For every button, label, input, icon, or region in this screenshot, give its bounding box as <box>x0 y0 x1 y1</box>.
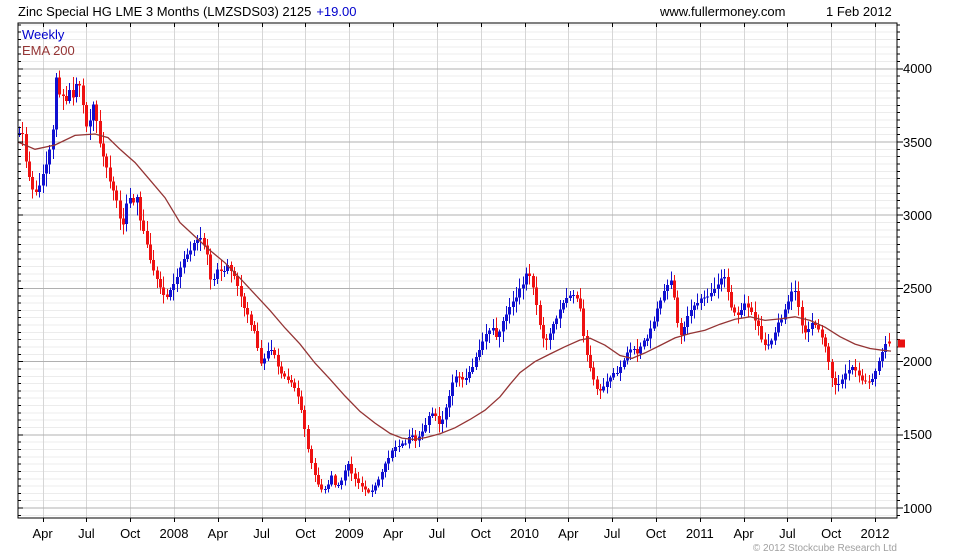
y-axis-label: 3000 <box>903 207 932 223</box>
x-axis-label: 2009 <box>334 526 364 541</box>
price-chart-svg <box>17 22 905 522</box>
x-axis-label: Oct <box>470 526 491 541</box>
x-axis-label: Jul <box>603 526 621 541</box>
timeframe-label: Weekly <box>22 27 65 42</box>
y-axis-label: 1000 <box>903 500 932 516</box>
x-axis-label: 2011 <box>685 526 714 541</box>
x-axis-label: 2012 <box>860 526 890 541</box>
ema-legend-label: EMA 200 <box>22 43 75 58</box>
x-axis-label: Jul <box>428 526 446 541</box>
x-axis-label: Oct <box>120 526 141 541</box>
y-axis-label: 2000 <box>903 354 932 370</box>
x-axis-label: Apr <box>558 526 579 541</box>
x-axis-label: 2010 <box>510 526 539 541</box>
x-axis-label: Jul <box>779 526 796 541</box>
y-axis-label: 1500 <box>903 427 932 443</box>
y-axis-label: 4000 <box>903 61 932 77</box>
x-axis-label: Oct <box>295 526 316 541</box>
x-axis-label: Oct <box>645 526 666 541</box>
x-axis-label: Apr <box>32 526 53 541</box>
copyright-label: © 2012 Stockcube Research Ltd <box>752 543 897 554</box>
x-axis-label: Apr <box>382 526 404 541</box>
x-axis-label: Apr <box>207 526 228 541</box>
x-axis-label: Oct <box>821 526 842 541</box>
x-axis-label: Jul <box>253 526 270 541</box>
x-axis-label: Jul <box>78 526 95 541</box>
x-axis-label: 2008 <box>159 526 189 541</box>
x-axis-label: Apr <box>733 526 754 541</box>
y-axis-label: 2500 <box>903 280 932 296</box>
y-axis-label: 3500 <box>903 134 932 150</box>
